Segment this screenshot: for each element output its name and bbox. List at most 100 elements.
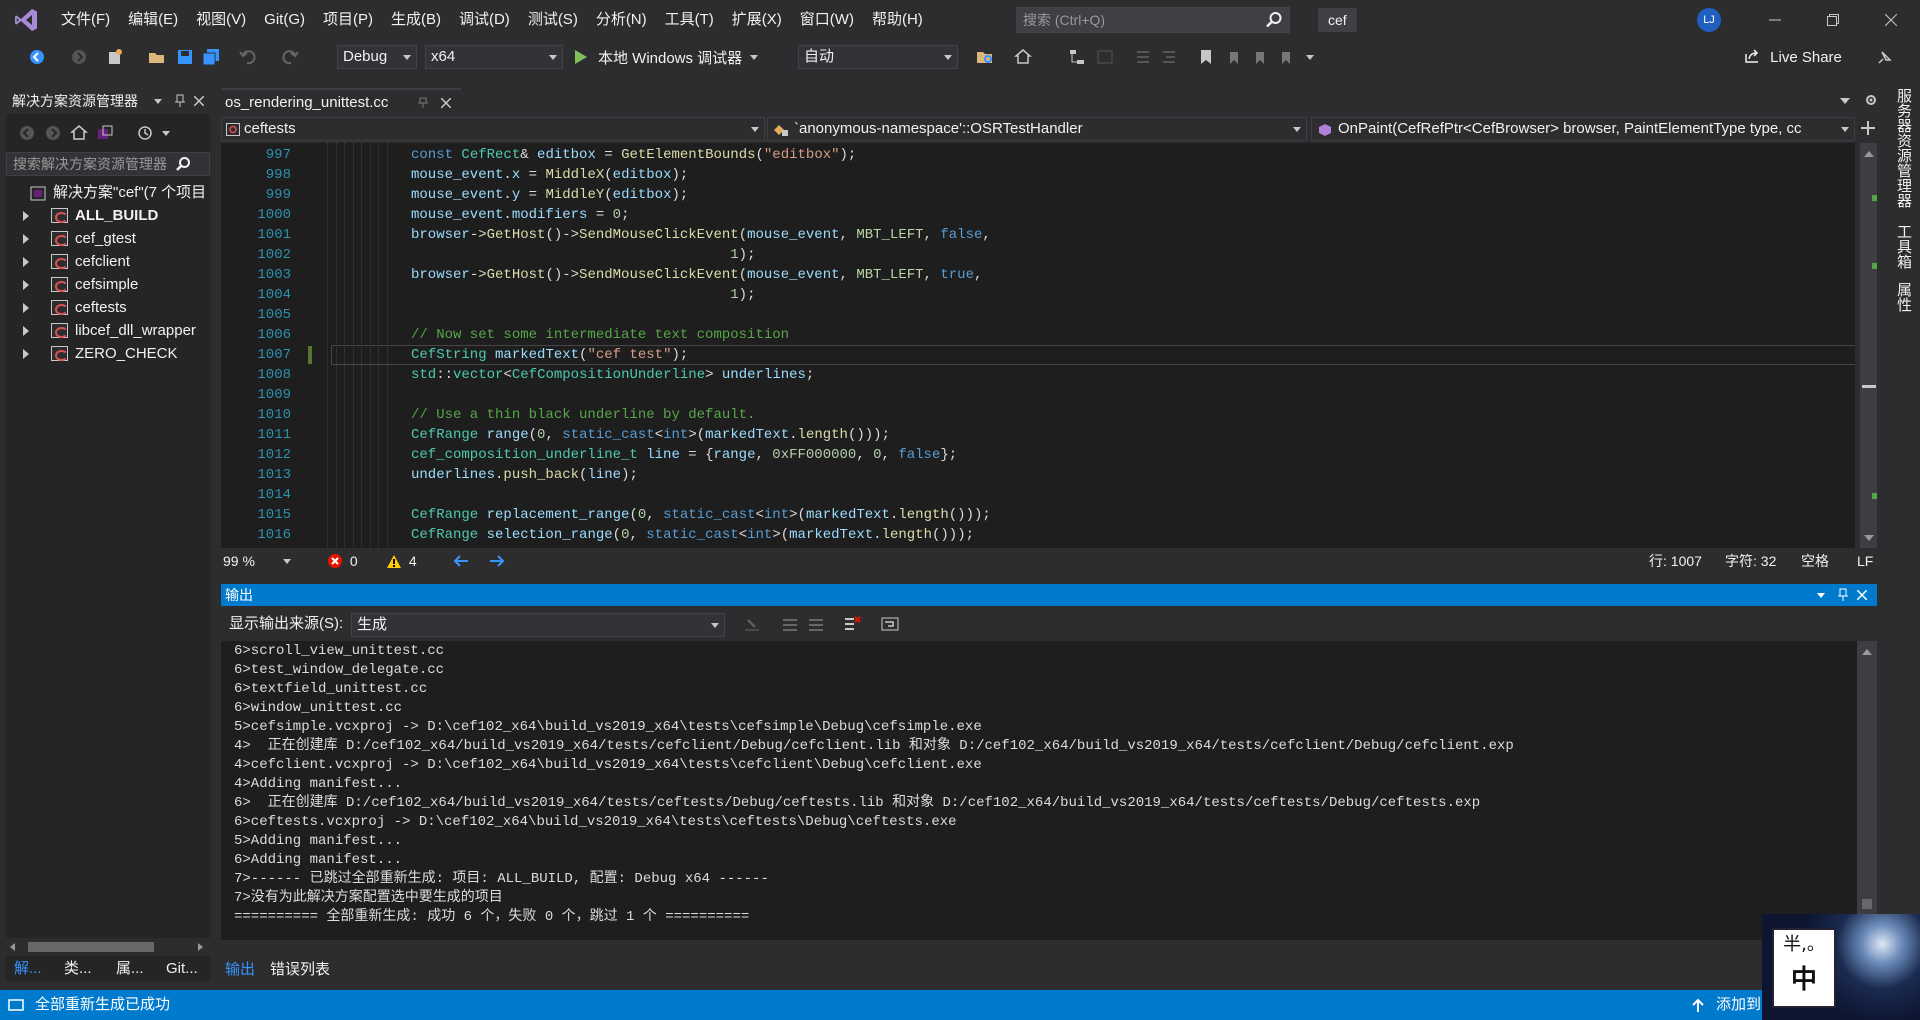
save-icon[interactable]: [176, 48, 194, 66]
bookmark-icon[interactable]: [1197, 48, 1215, 66]
code-editor[interactable]: 9969979989991000100110021003100410051006…: [221, 143, 1855, 548]
tree-item-cef-gtest[interactable]: cef_gtest: [6, 227, 210, 250]
back-icon[interactable]: [18, 124, 36, 142]
solution-root-item[interactable]: 解决方案"cef"(7 个项目: [6, 181, 210, 204]
zoom-combo[interactable]: 99 %: [221, 550, 293, 572]
output-vertical-scrollbar[interactable]: [1857, 641, 1877, 940]
back-icon[interactable]: [28, 48, 46, 66]
menu-window[interactable]: 窗口(W): [791, 0, 863, 40]
tree-item-ceftests[interactable]: ceftests: [6, 296, 210, 319]
menu-view[interactable]: 视图(V): [187, 0, 255, 40]
open-folder-icon[interactable]: [148, 48, 166, 66]
output-source-combo[interactable]: 生成: [351, 613, 725, 637]
tab-solution-explorer[interactable]: 解...: [14, 957, 42, 981]
word-wrap-icon[interactable]: [881, 616, 899, 632]
warning-count[interactable]: 4: [386, 550, 417, 572]
search-input[interactable]: 搜索 (Ctrl+Q): [1016, 7, 1290, 33]
home-icon[interactable]: [1014, 48, 1032, 66]
folder-search-icon[interactable]: [976, 48, 994, 66]
expand-arrow-icon[interactable]: [23, 280, 29, 290]
clear-bookmarks-icon[interactable]: [1276, 48, 1294, 66]
search-icon[interactable]: [175, 156, 191, 172]
tab-output[interactable]: 输出: [225, 958, 255, 982]
scroll-down-icon[interactable]: [1864, 535, 1874, 541]
close-icon[interactable]: [441, 98, 451, 108]
prev-message-icon[interactable]: [781, 616, 799, 632]
close-icon[interactable]: [194, 96, 204, 106]
undo-icon[interactable]: [238, 48, 256, 66]
nav-project-combo[interactable]: ceftests: [221, 117, 765, 141]
menu-extensions[interactable]: 扩展(X): [723, 0, 791, 40]
start-debugger-button[interactable]: 本地 Windows 调试器: [574, 45, 759, 69]
live-share-button[interactable]: Live Share: [1744, 46, 1842, 70]
chevron-down-icon[interactable]: [1817, 593, 1825, 598]
menu-debug[interactable]: 调试(D): [450, 0, 519, 40]
output-horizontal-scrollbar[interactable]: [221, 940, 1877, 957]
ime-status-widget[interactable]: 半,。 中: [1772, 928, 1836, 1008]
line-indicator[interactable]: 行: 1007: [1649, 550, 1702, 572]
clear-all-icon[interactable]: [843, 616, 861, 632]
pin-icon[interactable]: [418, 97, 428, 109]
menu-git[interactable]: Git(G): [255, 0, 314, 40]
tree-item-zero-check[interactable]: ZERO_CHECK: [6, 342, 210, 365]
pin-icon[interactable]: [174, 94, 186, 108]
indent-icon[interactable]: [1134, 48, 1152, 66]
menu-file[interactable]: 文件(F): [52, 0, 119, 40]
menu-build[interactable]: 生成(B): [382, 0, 450, 40]
next-issue-icon[interactable]: [489, 554, 505, 568]
scrollbar-thumb[interactable]: [1862, 899, 1872, 909]
switch-views-icon[interactable]: [96, 124, 114, 142]
minimize-button[interactable]: [1746, 0, 1804, 40]
add-to-source-control-button[interactable]: 添加到: [1716, 990, 1761, 1020]
scroll-up-icon[interactable]: [1862, 649, 1872, 655]
close-window-button[interactable]: [1862, 0, 1920, 40]
feedback-icon[interactable]: [1876, 48, 1894, 66]
prev-bookmark-icon[interactable]: [1224, 48, 1242, 66]
expand-arrow-icon[interactable]: [23, 349, 29, 359]
toolbar-overflow-icon[interactable]: [1306, 55, 1314, 60]
document-tab[interactable]: os_rendering_unittest.cc: [221, 88, 461, 115]
expand-arrow-icon[interactable]: [23, 211, 29, 221]
next-bookmark-icon[interactable]: [1250, 48, 1268, 66]
prev-issue-icon[interactable]: [453, 554, 469, 568]
solution-search-input[interactable]: 搜索解决方案资源管理器: [6, 152, 210, 176]
gear-icon[interactable]: [1864, 93, 1878, 107]
expand-arrow-icon[interactable]: [23, 234, 29, 244]
tree-item-cefsimple[interactable]: cefsimple: [6, 273, 210, 296]
tab-toolbox[interactable]: 工具箱: [1893, 224, 1914, 269]
home-icon[interactable]: [70, 124, 88, 142]
redo-icon[interactable]: [282, 48, 300, 66]
new-project-icon[interactable]: [106, 48, 124, 66]
expand-arrow-icon[interactable]: [23, 303, 29, 313]
menu-help[interactable]: 帮助(H): [863, 0, 932, 40]
forward-icon[interactable]: [70, 48, 88, 66]
chevron-down-icon[interactable]: [162, 131, 170, 136]
outdent-icon[interactable]: [1160, 48, 1178, 66]
editor-vertical-scrollbar[interactable]: [1860, 143, 1877, 548]
scroll-right-icon[interactable]: [198, 943, 203, 951]
scroll-left-icon[interactable]: [10, 943, 15, 951]
platform-combo[interactable]: x64: [425, 45, 563, 69]
forward-icon[interactable]: [44, 124, 62, 142]
tab-server-explorer[interactable]: 服务器资源管理器: [1893, 88, 1914, 208]
next-message-icon[interactable]: [807, 616, 825, 632]
menu-edit[interactable]: 编辑(E): [119, 0, 187, 40]
char-indicator[interactable]: 字符: 32: [1725, 550, 1776, 572]
expand-arrow-icon[interactable]: [23, 326, 29, 336]
tab-class-view[interactable]: 类...: [64, 957, 92, 981]
tree-item-cefclient[interactable]: cefclient: [6, 250, 210, 273]
restore-button[interactable]: [1804, 0, 1862, 40]
tree-item-all-build[interactable]: ALL_BUILD: [6, 204, 210, 227]
history-icon[interactable]: [136, 124, 154, 142]
scroll-up-icon[interactable]: [1864, 151, 1874, 157]
scrollbar-thumb[interactable]: [28, 942, 154, 952]
menu-project[interactable]: 项目(P): [314, 0, 382, 40]
save-all-icon[interactable]: [202, 48, 220, 66]
chevron-down-icon[interactable]: [154, 99, 162, 104]
search-icon[interactable]: [1265, 11, 1283, 36]
pin-icon[interactable]: [1837, 588, 1849, 602]
find-message-icon[interactable]: [743, 616, 761, 632]
solution-horizontal-scrollbar[interactable]: [6, 938, 210, 956]
close-icon[interactable]: [1857, 590, 1867, 600]
output-text-area[interactable]: 6>scroll_view_unittest.cc 6>test_window_d…: [221, 641, 1857, 940]
